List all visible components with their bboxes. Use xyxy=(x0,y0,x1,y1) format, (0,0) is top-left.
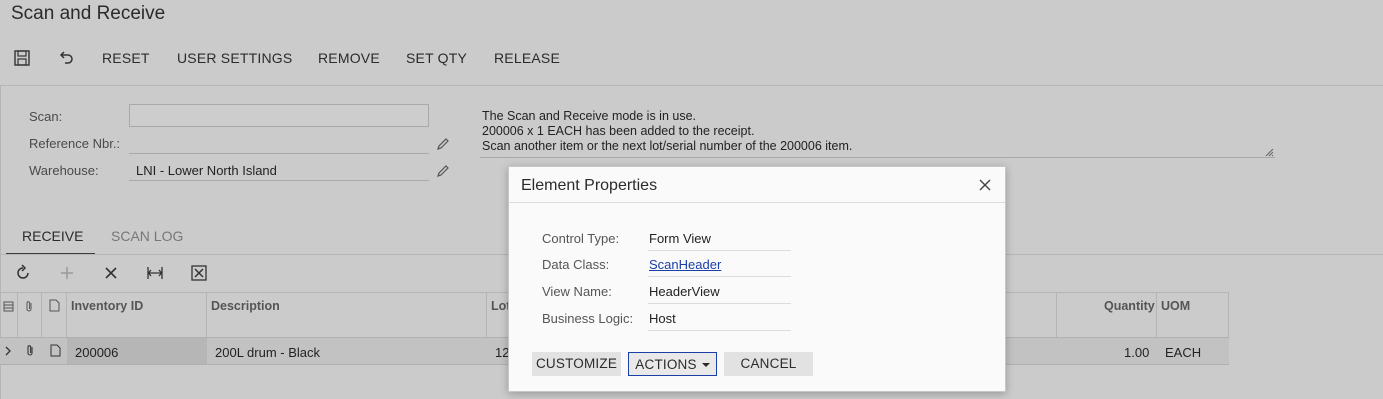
column-header-description[interactable]: Description xyxy=(211,299,280,313)
note-icon xyxy=(49,299,60,312)
view-name-label: View Name: xyxy=(542,284,612,299)
edit-pencil-icon[interactable] xyxy=(436,137,450,151)
cell-inventory-id[interactable]: 200006 xyxy=(75,345,118,360)
view-name-value: HeaderView xyxy=(648,278,791,304)
cell-uom[interactable]: EACH xyxy=(1165,345,1201,360)
save-icon[interactable] xyxy=(13,49,31,67)
fit-width-icon[interactable] xyxy=(146,264,164,282)
dialog-title: Element Properties xyxy=(521,177,658,194)
tab-label: SCAN LOG xyxy=(111,228,184,244)
control-type-label: Control Type: xyxy=(542,231,620,246)
toolbar-divider xyxy=(0,85,1383,86)
export-excel-icon[interactable] xyxy=(190,264,208,282)
cancel-button[interactable]: CANCEL xyxy=(724,352,813,376)
resize-handle-icon[interactable] xyxy=(1264,147,1274,157)
caret-down-icon xyxy=(701,363,710,368)
column-separator xyxy=(206,293,207,338)
row-selector-icon[interactable] xyxy=(3,301,14,312)
edit-pencil-icon[interactable] xyxy=(436,164,450,178)
business-logic-value: Host xyxy=(648,305,791,331)
data-class-link[interactable]: ScanHeader xyxy=(649,257,721,272)
column-separator xyxy=(486,293,487,338)
delete-icon[interactable] xyxy=(102,264,120,282)
column-separator xyxy=(17,293,18,338)
column-separator xyxy=(1156,293,1157,338)
dialog-divider xyxy=(509,202,1005,203)
attachment-icon xyxy=(26,301,32,312)
refresh-icon[interactable] xyxy=(14,264,32,282)
user-settings-button[interactable]: USER SETTINGS xyxy=(177,50,292,66)
data-class-label: Data Class: xyxy=(542,257,610,272)
business-logic-label: Business Logic: xyxy=(542,311,634,326)
tab-label: RECEIVE xyxy=(22,228,84,244)
message-line: The Scan and Receive mode is in use. xyxy=(482,109,697,123)
message-line: Scan another item or the next lot/serial… xyxy=(482,139,853,153)
column-separator xyxy=(1228,293,1229,338)
release-button[interactable]: RELEASE xyxy=(494,50,560,66)
control-type-value: Form View xyxy=(648,225,791,251)
undo-icon[interactable] xyxy=(57,49,75,67)
main-toolbar: RESET USER SETTINGS REMOVE SET QTY RELEA… xyxy=(0,44,1383,72)
warehouse-field[interactable]: LNI - Lower North Island xyxy=(129,157,429,181)
column-separator xyxy=(66,293,67,338)
message-text: The Scan and Receive mode is in use. 200… xyxy=(482,109,852,154)
message-line: 200006 x 1 EACH has been added to the re… xyxy=(482,124,755,138)
cell-quantity[interactable]: 1.00 xyxy=(1124,345,1149,360)
note-icon[interactable] xyxy=(50,344,61,357)
chevron-right-icon[interactable] xyxy=(4,346,12,356)
remove-button[interactable]: REMOVE xyxy=(318,50,380,66)
column-header-uom[interactable]: UOM xyxy=(1161,299,1190,313)
column-separator xyxy=(1056,293,1057,338)
attachment-icon[interactable] xyxy=(25,344,35,357)
actions-label: ACTIONS xyxy=(635,357,697,372)
reference-nbr-field[interactable] xyxy=(129,130,429,154)
cell-description[interactable]: 200L drum - Black xyxy=(215,345,320,360)
tab-receive[interactable]: RECEIVE xyxy=(6,228,95,255)
warehouse-label: Warehouse: xyxy=(29,163,99,178)
column-separator xyxy=(41,293,42,338)
customize-button[interactable]: CUSTOMIZE xyxy=(532,352,621,376)
reset-button[interactable]: RESET xyxy=(102,50,150,66)
data-class-field: ScanHeader xyxy=(648,251,791,277)
set-qty-button[interactable]: SET QTY xyxy=(406,50,467,66)
tab-scan-log[interactable]: SCAN LOG xyxy=(111,228,183,244)
close-icon[interactable] xyxy=(978,178,992,192)
scan-input[interactable] xyxy=(129,104,429,127)
scan-label: Scan: xyxy=(29,109,63,124)
column-header-quantity[interactable]: Quantity xyxy=(1104,299,1155,313)
page-title: Scan and Receive xyxy=(11,3,166,24)
reference-nbr-label: Reference Nbr.: xyxy=(29,136,121,151)
column-header-inventory-id[interactable]: Inventory ID xyxy=(71,299,143,313)
add-icon[interactable] xyxy=(58,264,76,282)
element-properties-dialog: Element Properties Control Type: Form Vi… xyxy=(508,166,1006,392)
actions-button[interactable]: ACTIONS xyxy=(628,352,717,376)
